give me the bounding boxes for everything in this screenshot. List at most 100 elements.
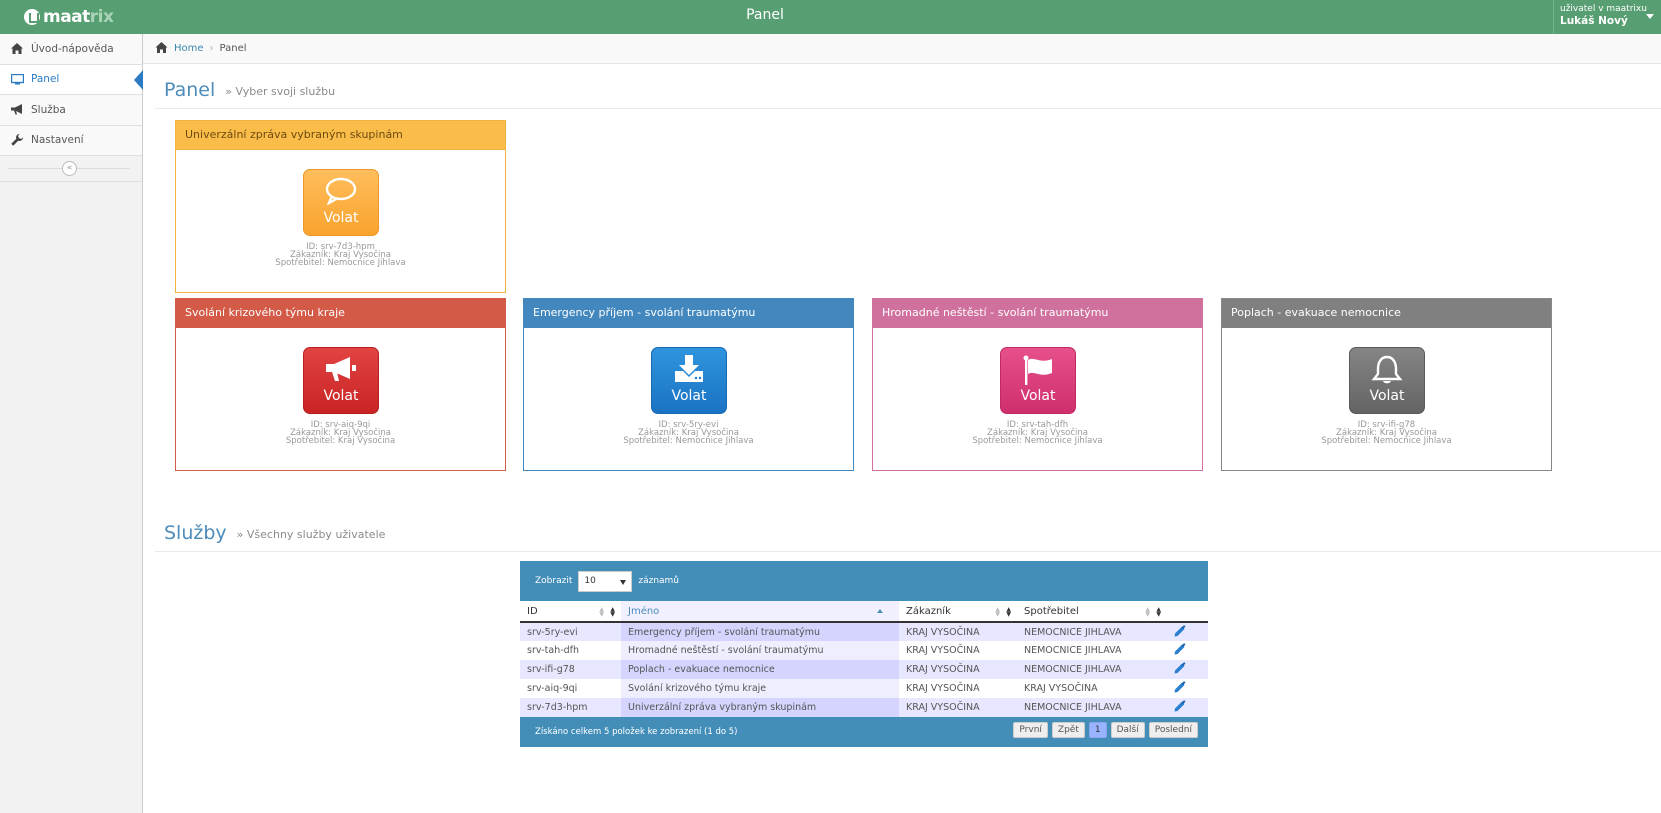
panel-meta: ID: srv-7d3-hpm Zákazník: Kraj Vysočina … — [176, 243, 505, 268]
column-header-label: Zákazník — [906, 605, 951, 617]
cell-name: Emergency příjem - svolání traumatýmu — [621, 622, 899, 641]
table-row[interactable]: srv-aiq-9qi Svolání krizového týmu kraje… — [520, 679, 1208, 698]
table-row[interactable]: srv-tah-dfh Hromadné neštěstí - svolání … — [520, 641, 1208, 660]
pager-first-button[interactable]: První — [1013, 722, 1048, 738]
cell-consumer: NEMOCNICE JIHLAVA — [1017, 641, 1167, 660]
wrench-icon — [10, 134, 24, 146]
section-title: Panel — [164, 79, 216, 101]
divider — [155, 108, 1661, 109]
page-size-select[interactable]: 10 — [578, 570, 633, 592]
service-panel-evacuation: Poplach - evakuace nemocnice Volat ID: s… — [1221, 298, 1552, 471]
home-icon[interactable] — [155, 41, 168, 56]
panel-consumer: Spotřebitel: Nemocnice Jihlava — [1321, 436, 1452, 446]
pencil-icon[interactable] — [1174, 700, 1186, 715]
call-button[interactable]: Volat — [303, 169, 379, 236]
cell-name: Poplach - evakuace nemocnice — [621, 660, 899, 679]
cell-customer: KRAJ VYSOČINA — [899, 679, 1017, 698]
speech-bubble-icon — [325, 177, 357, 208]
table-row[interactable]: srv-7d3-hpm Univerzální zpráva vybraným … — [520, 698, 1208, 717]
flag-icon — [1022, 355, 1054, 388]
pencil-icon[interactable] — [1174, 681, 1186, 696]
sort-ascending-icon — [877, 609, 883, 613]
panel-consumer: Spotřebitel: Kraj Vysočina — [285, 436, 396, 446]
sidebar-item-label: Úvod-nápověda — [31, 42, 114, 55]
service-panel-crisis-team: Svolání krizového týmu kraje Volat ID: s… — [175, 298, 506, 471]
pager-next-button[interactable]: Další — [1110, 722, 1145, 738]
call-button-label: Volat — [1369, 388, 1405, 404]
cell-name: Hromadné neštěstí - svolání traumatýmu — [621, 641, 899, 660]
column-header-customer[interactable]: Zákazník ▲ ▼ ▲ ▼ — [899, 601, 1017, 623]
edit-cell — [1167, 679, 1208, 698]
pager-page-button[interactable]: 1 — [1088, 722, 1107, 738]
sort-icon: ▲ ▼ — [1006, 606, 1011, 618]
edit-cell — [1167, 660, 1208, 679]
column-header-actions — [1167, 601, 1208, 623]
call-button[interactable]: Volat — [1000, 347, 1076, 414]
megaphone-icon — [10, 104, 24, 115]
download-icon — [673, 355, 705, 386]
sidebar-item-service[interactable]: Služba — [0, 95, 142, 126]
edit-cell — [1167, 698, 1208, 717]
cell-customer: KRAJ VYSOČINA — [899, 660, 1017, 679]
column-header-id[interactable]: ID ▲ ▼ ▲ ▼ — [520, 601, 621, 623]
divider — [155, 551, 1661, 552]
monitor-icon — [10, 73, 24, 85]
pencil-icon[interactable] — [1174, 643, 1186, 658]
pager-last-button[interactable]: Poslední — [1148, 722, 1198, 738]
panel-title: Univerzální zpráva vybraným skupinám — [176, 121, 505, 150]
call-button-label: Volat — [671, 388, 707, 404]
cell-id: srv-7d3-hpm — [520, 698, 621, 717]
section-subtitle: » Všechny služby uživatele — [236, 528, 386, 541]
top-bar: maat rix Panel uživatel v maatrixu Lukáš … — [0, 0, 1661, 34]
call-button-label: Volat — [1020, 388, 1056, 404]
cell-name: Univerzální zpráva vybraným skupinám — [621, 698, 899, 717]
call-button[interactable]: Volat — [303, 347, 379, 414]
user-menu[interactable]: uživatel v maatrixu Lukáš Nový — [1553, 0, 1661, 34]
breadcrumb-home-link[interactable]: Home — [174, 43, 204, 54]
pager-prev-button[interactable]: Zpět — [1051, 722, 1085, 738]
megaphone-icon — [324, 355, 358, 386]
pencil-icon[interactable] — [1174, 662, 1186, 677]
services-table: ID ▲ ▼ ▲ ▼ Jméno Zákazník ▲ ▼ ▲ ▼ Spotřebitel ▲ ▼ ▲… — [520, 601, 1208, 717]
table-row[interactable]: srv-5ry-evi Emergency příjem - svolání t… — [520, 622, 1208, 641]
sort-icon: ▲ ▼ — [1145, 606, 1150, 618]
caret-down-icon — [620, 579, 627, 585]
panel-title: Poplach - evakuace nemocnice — [1222, 299, 1551, 328]
sidebar-item-panel[interactable]: Panel — [0, 64, 143, 95]
cell-consumer: NEMOCNICE JIHLAVA — [1017, 660, 1167, 679]
home-icon — [10, 43, 24, 55]
bell-icon — [1371, 355, 1403, 388]
column-header-consumer[interactable]: Spotřebitel ▲ ▼ ▲ ▼ — [1017, 601, 1167, 623]
call-button[interactable]: Volat — [651, 347, 727, 414]
sidebar-collapse-button[interactable]: « — [62, 161, 77, 176]
sidebar-item-label: Nastavení — [31, 134, 84, 147]
panel-meta: ID: srv-aiq-9qi Zákazník: Kraj Vysočina … — [176, 421, 505, 446]
table-row[interactable]: srv-ifi-g78 Poplach - evakuace nemocnice… — [520, 660, 1208, 679]
sort-icon: ▲ ▼ — [995, 606, 1000, 618]
sidebar-item-settings[interactable]: Nastavení — [0, 125, 142, 156]
show-label: Zobrazit — [535, 576, 573, 586]
pencil-icon[interactable] — [1174, 624, 1186, 640]
panel-consumer: Spotřebitel: Nemocnice Jihlava — [275, 258, 406, 268]
cell-customer: KRAJ VYSOČINA — [899, 622, 1017, 641]
column-header-label: Spotřebitel — [1024, 605, 1079, 617]
cell-id: srv-tah-dfh — [520, 641, 621, 660]
table-header-row: ID ▲ ▼ ▲ ▼ Jméno Zákazník ▲ ▼ ▲ ▼ Spotřebitel ▲ ▼ ▲… — [520, 601, 1208, 623]
panel-title: Emergency příjem - svolání traumatýmu — [524, 299, 853, 328]
user-label: uživatel v maatrixu — [1560, 4, 1647, 14]
call-button[interactable]: Volat — [1349, 347, 1425, 414]
section-subtitle: » Vyber svoji službu — [225, 85, 336, 98]
sidebar-item-help[interactable]: Úvod-nápověda — [0, 34, 142, 65]
cell-name: Svolání krizového týmu kraje — [621, 679, 899, 698]
caret-down-icon — [1646, 14, 1654, 19]
column-header-label: ID — [527, 605, 538, 617]
panel-consumer: Spotřebitel: Nemocnice Jihlava — [972, 436, 1103, 446]
breadcrumb: Home › Panel — [143, 34, 1661, 64]
service-panel-emergency: Emergency příjem - svolání traumatýmu Vo… — [523, 298, 854, 471]
panel-title: Svolání krizového týmu kraje — [176, 299, 505, 328]
column-header-name[interactable]: Jméno — [621, 601, 899, 623]
panel-title: Hromadné neštěstí - svolání traumatýmu — [873, 299, 1202, 328]
page-title: Panel — [746, 7, 784, 23]
sort-icon: ▲ ▼ — [1156, 606, 1161, 618]
panel-meta: ID: srv-5ry-evi Zákazník: Kraj Vysočina … — [524, 421, 853, 446]
